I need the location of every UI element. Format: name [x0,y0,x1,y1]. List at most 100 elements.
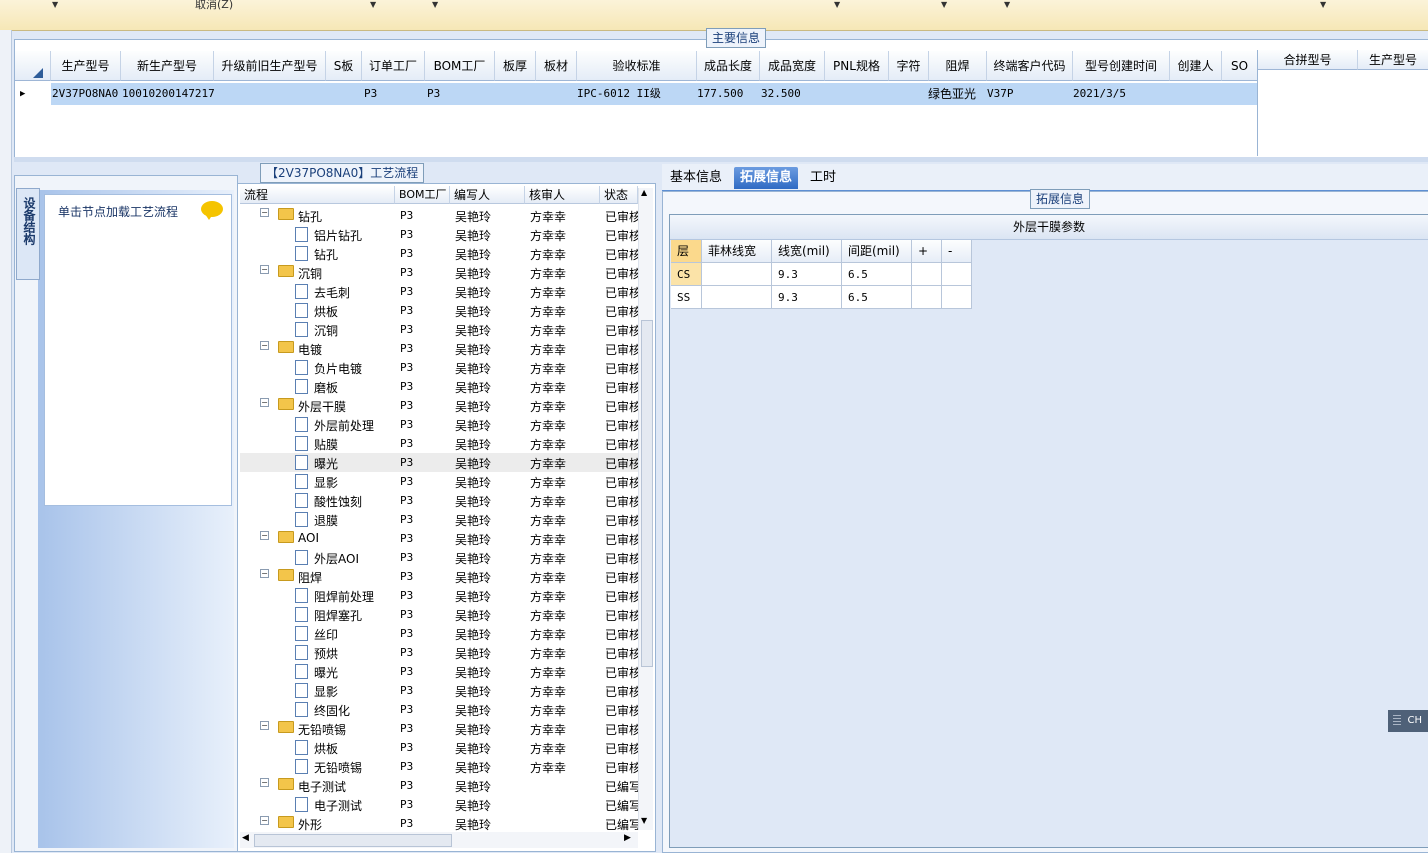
tree-row[interactable]: 阻焊塞孔 P3 吴艳玲 方幸幸 已审核 [240,605,638,624]
add-row-button[interactable]: + [912,240,942,263]
collapse-icon[interactable]: − [260,208,269,217]
collapse-icon[interactable]: − [260,531,269,540]
col-merge-production-model[interactable]: 生产型号 [1358,50,1428,70]
load-process-box[interactable]: 单击节点加载工艺流程 [44,194,232,506]
tree-row[interactable]: 铝片钻孔 P3 吴艳玲 方幸幸 已审核 [240,225,638,244]
col-bom-factory[interactable]: BOM工厂 [395,186,450,204]
tree-row[interactable]: 酸性蚀刻 P3 吴艳玲 方幸幸 已审核 [240,491,638,510]
cell-film-width[interactable] [702,263,772,286]
col-bom-factory[interactable]: BOM工厂 [425,51,495,81]
tree-row[interactable]: 钻孔 P3 吴艳玲 方幸幸 已审核 [240,244,638,263]
tree-row[interactable]: 沉铜 P3 吴艳玲 方幸幸 已审核 [240,320,638,339]
collapse-icon[interactable]: − [260,569,269,578]
dropdown-arrow-icon[interactable]: ▼ [1320,0,1326,9]
col-so[interactable]: SO [1222,51,1258,81]
tree-row[interactable]: − 阻焊 P3 吴艳玲 方幸幸 已审核 [240,567,638,586]
scroll-up-icon[interactable]: ▲ [641,188,647,197]
scroll-left-icon[interactable]: ◀ [242,833,249,843]
tree-row[interactable]: − 外层干膜 P3 吴艳玲 方幸幸 已审核 [240,396,638,415]
col-merge-model[interactable]: 合拼型号 [1258,50,1358,70]
tree-row[interactable]: 电子测试 P3 吴艳玲 已编写 [240,795,638,814]
col-solder-mask[interactable]: 阻焊 [929,51,987,81]
tree-row[interactable]: 负片电镀 P3 吴艳玲 方幸幸 已审核 [240,358,638,377]
dropdown-arrow-icon[interactable]: ▼ [432,0,438,9]
col-old-model[interactable]: 升级前旧生产型号 [214,51,326,81]
cell-layer[interactable]: CS [671,263,702,286]
tree-row[interactable]: 去毛刺 P3 吴艳玲 方幸幸 已审核 [240,282,638,301]
dropdown-arrow-icon[interactable]: ▼ [370,0,376,9]
collapse-icon[interactable]: − [260,816,269,825]
tree-horizontal-scrollbar[interactable]: ◀ ▶ [240,832,638,848]
collapse-icon[interactable]: − [260,341,269,350]
col-flow[interactable]: 流程 [240,186,395,204]
col-width[interactable]: 成品宽度 [760,51,825,81]
col-standard[interactable]: 验收标准 [577,51,697,81]
cancel-button[interactable]: 取消(Z) [195,0,233,12]
col-writer[interactable]: 编写人 [450,186,525,204]
col-spacing[interactable]: 间距(mil) [842,240,912,263]
scroll-thumb[interactable] [254,834,452,847]
collapse-icon[interactable]: − [260,778,269,787]
col-layer[interactable]: 层 [671,240,702,263]
col-model[interactable]: 生产型号 [51,51,121,81]
tab-equipment-structure[interactable]: 设备结构 [16,188,40,280]
collapse-icon[interactable]: − [260,721,269,730]
col-line-width[interactable]: 线宽(mil) [772,240,842,263]
dropdown-arrow-icon[interactable]: ▼ [834,0,840,9]
tree-row[interactable]: 磨板 P3 吴艳玲 方幸幸 已审核 [240,377,638,396]
tree-row[interactable]: 烘板 P3 吴艳玲 方幸幸 已审核 [240,738,638,757]
tree-row[interactable]: 预烘 P3 吴艳玲 方幸幸 已审核 [240,643,638,662]
col-film-width[interactable]: 菲林线宽 [702,240,772,263]
tree-row[interactable]: 曝光 P3 吴艳玲 方幸幸 已审核 [240,662,638,681]
scroll-thumb[interactable] [641,320,653,667]
col-s-board[interactable]: S板 [326,51,362,81]
scroll-down-icon[interactable]: ▼ [641,816,647,825]
col-thickness[interactable]: 板厚 [495,51,536,81]
tree-row[interactable]: − 钻孔 P3 吴艳玲 方幸幸 已审核 [240,206,638,225]
col-pnl[interactable]: PNL规格 [825,51,889,81]
collapse-icon[interactable]: − [260,265,269,274]
col-char[interactable]: 字符 [889,51,929,81]
collapse-icon[interactable]: − [260,398,269,407]
scroll-right-icon[interactable]: ▶ [624,833,631,843]
tree-row[interactable]: 外层AOI P3 吴艳玲 方幸幸 已审核 [240,548,638,567]
cell-film-width[interactable] [702,286,772,309]
dropdown-arrow-icon[interactable]: ▼ [941,0,947,9]
tree-row[interactable]: 曝光 P3 吴艳玲 方幸幸 已审核 [240,453,638,472]
col-created[interactable]: 型号创建时间 [1073,51,1170,81]
col-creator[interactable]: 创建人 [1170,51,1222,81]
tab-basic-info[interactable]: 基本信息 [664,167,728,189]
tree-row[interactable]: − AOI P3 吴艳玲 方幸幸 已审核 [240,529,638,548]
tree-row[interactable]: − 无铅喷锡 P3 吴艳玲 方幸幸 已审核 [240,719,638,738]
cell-spacing[interactable]: 6.5 [842,263,912,286]
col-status[interactable]: 状态 [600,186,638,204]
tab-work-hours[interactable]: 工时 [804,167,842,189]
tree-row[interactable]: 丝印 P3 吴艳玲 方幸幸 已审核 [240,624,638,643]
dropdown-arrow-icon[interactable]: ▼ [1004,0,1010,9]
ime-language-badge[interactable]: CH [1388,710,1428,732]
tree-row[interactable]: − 电镀 P3 吴艳玲 方幸幸 已审核 [240,339,638,358]
cell-line-width[interactable]: 9.3 [772,286,842,309]
tab-extended-info[interactable]: 拓展信息 [734,167,799,189]
col-material[interactable]: 板材 [536,51,577,81]
col-order-factory[interactable]: 订单工厂 [362,51,425,81]
remove-row-button[interactable]: - [942,240,972,263]
tree-row[interactable]: − 电子测试 P3 吴艳玲 已编写 [240,776,638,795]
col-length[interactable]: 成品长度 [697,51,760,81]
tree-row[interactable]: 显影 P3 吴艳玲 方幸幸 已审核 [240,472,638,491]
cell-line-width[interactable]: 9.3 [772,263,842,286]
dropdown-arrow-icon[interactable]: ▼ [52,0,58,9]
tree-row[interactable]: − 外形 P3 吴艳玲 已编写 [240,814,638,833]
col-new-model[interactable]: 新生产型号 [121,51,214,81]
tree-row[interactable]: 烘板 P3 吴艳玲 方幸幸 已审核 [240,301,638,320]
tree-row[interactable]: 贴膜 P3 吴艳玲 方幸幸 已审核 [240,434,638,453]
tree-row[interactable]: 终固化 P3 吴艳玲 方幸幸 已审核 [240,700,638,719]
tree-vertical-scrollbar[interactable]: ▲ ▼ [638,188,653,830]
tree-row[interactable]: 外层前处理 P3 吴艳玲 方幸幸 已审核 [240,415,638,434]
tree-row[interactable]: 无铅喷锡 P3 吴艳玲 方幸幸 已审核 [240,757,638,776]
cell-spacing[interactable]: 6.5 [842,286,912,309]
col-reviewer[interactable]: 核审人 [525,186,600,204]
cell-layer[interactable]: SS [671,286,702,309]
horizontal-splitter[interactable] [14,157,1428,162]
col-customer-code[interactable]: 终端客户代码 [987,51,1073,81]
